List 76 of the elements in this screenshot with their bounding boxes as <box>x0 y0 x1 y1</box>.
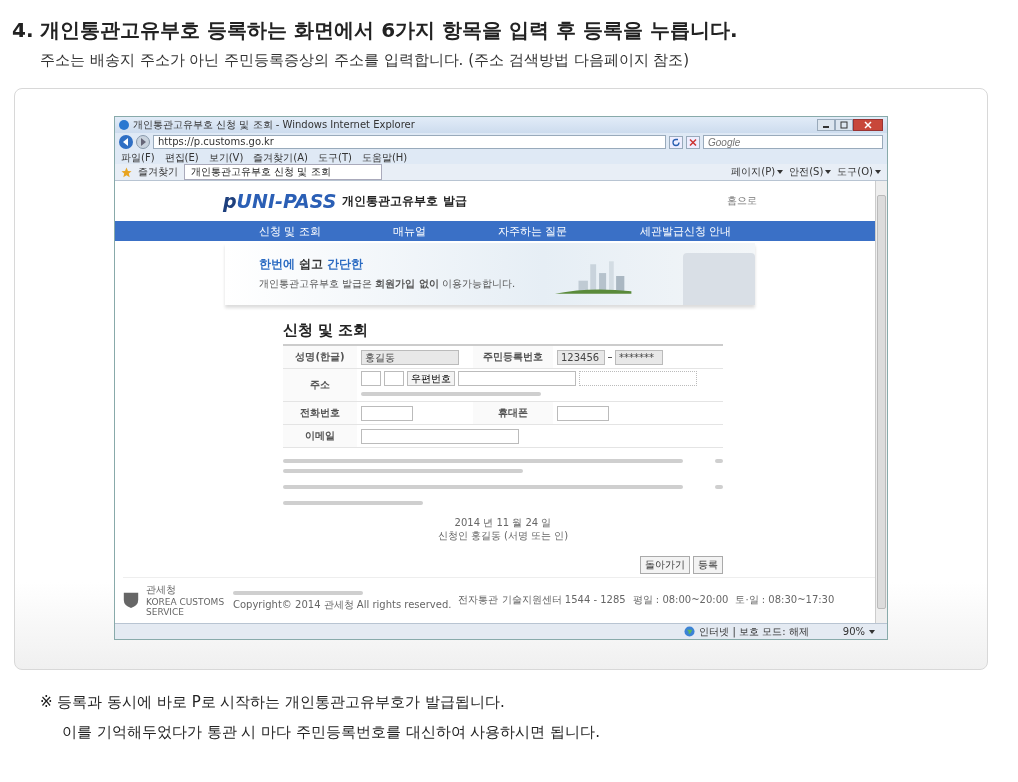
forward-button[interactable] <box>136 135 150 149</box>
toolbar-menu[interactable]: 페이지(P) <box>731 165 784 179</box>
application-date: 2014 년 11 월 24 일 <box>453 516 553 529</box>
refresh-button[interactable] <box>669 135 683 149</box>
nav-item[interactable]: 자주하는 질문 <box>498 223 568 239</box>
site-title: 개인통관고유부호 발급 <box>342 192 467 210</box>
caret-icon <box>777 170 784 174</box>
step-heading: 4. 개인통관고유부호 등록하는 화면에서 6가지 항목을 입력 후 등록을 누릅니다. <box>12 17 739 44</box>
zip-field[interactable] <box>384 371 404 386</box>
banner-headline-word: 간단한 <box>327 256 363 273</box>
id-number-field[interactable]: 123456 <box>557 349 605 365</box>
blurred-text-drawing <box>715 459 723 463</box>
browser-tab[interactable]: 개인통관고유부호 신청 및 조회 <box>184 164 382 180</box>
favorites-button[interactable]: 즐겨찾기 <box>138 165 178 179</box>
zip-field[interactable] <box>361 371 381 386</box>
security-zone-status: 인터넷 | 보호 모드: 해제 <box>699 624 809 639</box>
applicant-signature: 신청인 홍길동 (서명 또는 인) <box>436 529 570 542</box>
step-description: 주소는 배송지 주소가 아닌 주민등록증상의 주소를 입력합니다. (주소 검색방법 다음페이지 참조) <box>40 50 691 71</box>
field-label: 휴대폰 <box>473 402 553 425</box>
note-text: ※ 등록과 동시에 바로 P로 시작하는 개인통관고유부호가 발급됩니다. <box>40 692 506 713</box>
field-label: 성명(한글) <box>283 346 357 369</box>
nav-item[interactable]: 신청 및 조회 <box>259 223 321 239</box>
field-label: 주소 <box>283 369 357 402</box>
field-label: 전화번호 <box>283 402 357 425</box>
weekday-hours: 평일 : 08:00~20:00 <box>632 593 729 607</box>
note-text: 이를 기억해두었다가 통관 시 마다 주민등록번호를 대신하여 사용하시면 됩니다. <box>62 722 601 743</box>
nav-item[interactable]: 세관발급신청 안내 <box>639 223 731 239</box>
caret-icon <box>869 629 875 634</box>
home-link[interactable]: 홈으로 <box>727 194 757 208</box>
back-button[interactable] <box>119 135 133 149</box>
address-detail-field[interactable] <box>579 371 697 386</box>
address-field[interactable] <box>458 371 576 386</box>
menu-item[interactable]: 편집(E) <box>164 150 199 165</box>
minimize-button[interactable] <box>817 119 835 131</box>
id-number-field[interactable]: ******* <box>615 349 663 365</box>
nav-item[interactable]: 매뉴얼 <box>393 223 426 239</box>
search-field[interactable]: Google <box>703 135 883 149</box>
banner-text: 개인통관고유부호 발급은 회원가입 없이 이용가능합니다. <box>259 277 516 291</box>
stop-button[interactable] <box>686 135 700 149</box>
site-logo[interactable]: pUNI-PASS <box>223 190 337 212</box>
toolbar-menu[interactable]: 도구(O) <box>837 165 881 179</box>
form-button[interactable]: 돌아가기 <box>640 556 690 574</box>
menu-item[interactable]: 파일(F) <box>121 150 155 165</box>
org-name-english: KOREA CUSTOMS SERVICE <box>146 597 226 617</box>
shield-logo-icon <box>123 591 139 609</box>
caret-icon <box>825 170 832 174</box>
toolbar-menu[interactable]: 안전(S) <box>789 165 832 179</box>
banner-headline-word: 쉽고 <box>299 256 323 273</box>
menu-item[interactable]: 보기(V) <box>208 150 244 165</box>
blurred-text-drawing <box>715 485 723 489</box>
field-label: 이메일 <box>283 425 357 448</box>
globe-icon <box>684 626 696 637</box>
dash-separator <box>608 356 612 358</box>
form-button[interactable]: 등록 <box>693 556 723 574</box>
copyright-text: Copyright© 2014 관세청 All rights reserved. <box>233 598 452 612</box>
address-field[interactable]: https://p.customs.go.kr <box>153 135 666 149</box>
menu-item[interactable]: 즐겨찾기(A) <box>253 150 308 165</box>
mobile-field[interactable] <box>557 405 609 421</box>
weekend-hours: 토·일 : 08:30~17:30 <box>735 593 835 607</box>
zip-search-button[interactable]: 우편번호 <box>407 371 455 386</box>
email-field[interactable] <box>361 428 519 444</box>
star-icon <box>121 166 132 178</box>
org-name: 관세청 <box>146 583 177 597</box>
menu-item[interactable]: 도구(T) <box>318 150 352 165</box>
menu-item[interactable]: 도움말(H) <box>361 150 408 165</box>
window-title: 개인통관고유부호 신청 및 조회 - Windows Internet Explorer <box>133 118 415 132</box>
banner-headline-word: 한번에 <box>259 256 295 273</box>
caret-icon <box>875 170 881 174</box>
zoom-level[interactable]: 90% <box>842 626 865 637</box>
field-label: 주민등록번호 <box>473 346 553 369</box>
phone-field[interactable] <box>361 405 413 421</box>
support-center: 전자통관 기술지원센터 1544 - 1285 <box>458 593 626 607</box>
close-button[interactable] <box>853 119 883 131</box>
scrollbar[interactable] <box>875 181 887 623</box>
form-title: 신청 및 조회 <box>283 321 370 340</box>
name-field[interactable]: 홍길동 <box>361 349 459 365</box>
